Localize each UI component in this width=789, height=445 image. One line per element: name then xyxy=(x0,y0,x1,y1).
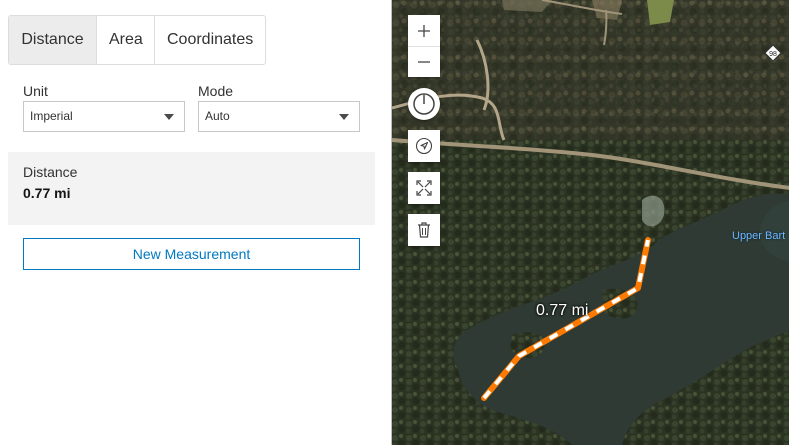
route-shield-icon: 98 xyxy=(764,44,782,62)
unit-select[interactable]: Imperial xyxy=(23,101,185,132)
trash-icon xyxy=(418,222,430,238)
map-view[interactable]: 0.77 mi Upper Bart 98 xyxy=(391,0,789,445)
expand-icon xyxy=(416,180,432,196)
chevron-down-icon xyxy=(164,114,174,120)
new-measurement-button[interactable]: New Measurement xyxy=(23,238,360,270)
result-title: Distance xyxy=(23,164,78,180)
tab-distance[interactable]: Distance xyxy=(9,16,97,64)
unit-label: Unit xyxy=(23,83,48,99)
compass-button[interactable] xyxy=(408,88,440,120)
unit-select-value: Imperial xyxy=(30,109,73,123)
mode-select-value: Auto xyxy=(205,109,230,123)
zoom-out-button[interactable] xyxy=(408,46,440,77)
navigation-arrow-icon xyxy=(415,137,433,155)
zoom-in-button[interactable] xyxy=(408,15,440,46)
route-shield-number: 98 xyxy=(769,51,777,58)
measurement-panel: Distance Area Coordinates Unit Imperial … xyxy=(0,0,391,445)
mode-select[interactable]: Auto xyxy=(198,101,360,132)
minus-icon xyxy=(418,61,430,63)
zoom-control xyxy=(408,15,440,77)
measurement-map-label: 0.77 mi xyxy=(536,302,589,319)
measurement-tabs: Distance Area Coordinates xyxy=(8,15,266,65)
satellite-basemap xyxy=(392,0,789,445)
mode-label: Mode xyxy=(198,83,234,99)
result-value: 0.77 mi xyxy=(23,185,71,201)
chevron-down-icon xyxy=(339,114,349,120)
measurement-result: Distance 0.77 mi xyxy=(8,152,375,225)
clear-measurement-button[interactable] xyxy=(408,214,440,246)
locate-button[interactable] xyxy=(408,130,440,162)
plus-icon xyxy=(418,24,430,37)
lake-label: Upper Bart xyxy=(732,230,786,242)
tab-area[interactable]: Area xyxy=(97,16,155,64)
compass-icon xyxy=(413,93,435,115)
fullscreen-button[interactable] xyxy=(408,172,440,204)
tab-coordinates[interactable]: Coordinates xyxy=(155,16,265,64)
